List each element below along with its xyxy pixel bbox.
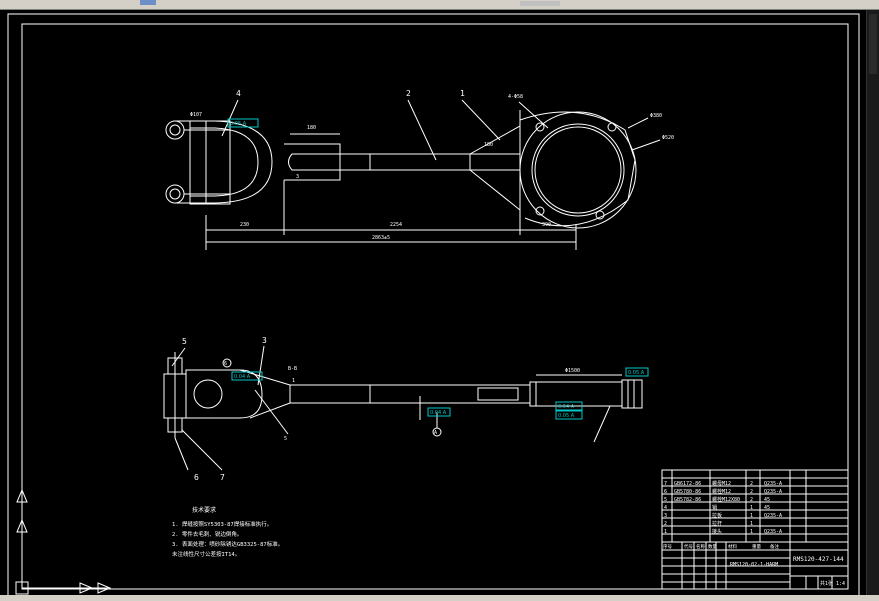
bom-row-qty: 1 [750,513,753,519]
app-toolbar-strip [0,0,879,10]
tech-note-3: 3. 表面处理：喷砂除锈达GB3325-87标准。 [172,540,283,548]
toolbar-field[interactable] [520,1,560,6]
balloon-4: 4 [236,89,241,98]
datum-a: A [434,430,437,436]
bom-header-cell: 材料 [728,543,737,550]
bom-row-material: Q235-A [764,529,782,535]
technical-notes: 技术要求 1. 焊缝按照SY5303-87焊接标准执行。 2. 零件去毛刺、锐边… [172,506,283,558]
drawing-name: RMS120-02-1-HARM [730,562,778,568]
bottom-status-strip [0,595,879,601]
bom-row-qty: 2 [750,497,753,503]
tolerance-tag-side-1: 0.04 A [234,374,251,380]
bom-row-qty: 1 [750,505,753,511]
bom-header-cell: 代号 [684,543,693,550]
bom-row-no: 4 [664,505,667,511]
bom-row-name: 螺栓M12 [712,488,731,495]
balloon-7: 7 [220,473,225,482]
clevis-eye-bottom [165,184,185,204]
bom-row-name: 销 [712,504,717,511]
bom-row-code: GB5780-86 [674,489,701,495]
rod-top [288,153,521,171]
drawing-number: RMS120-427-144 [793,556,844,563]
dim-lower-left: 230 [240,222,249,228]
bom-row-name: 拉板 [712,512,722,519]
tolerance-tag: 0.05 A [230,121,247,127]
bom-row-material: Q235-A [764,513,782,519]
tolerance-tag-side-5: 0.05 A [628,370,645,376]
bom-row-name: 螺母M12 [712,480,731,487]
tech-note-1: 1. 焊缝按照SY5303-87焊接标准执行。 [172,520,272,528]
scrollbar-thumb[interactable] [869,14,877,74]
tech-note-4: 未注线性尺寸公差按IT14。 [172,550,240,558]
dim-upper-a: 180 [307,125,316,131]
section-mark: 6 [224,361,227,367]
bom-row-no: 5 [664,497,667,503]
bom-header-cell: 备注 [770,543,779,550]
bom-row-qty: 1 [750,529,753,535]
balloon-3-side: 3 [262,336,267,345]
tech-notes-heading: 技术要求 [192,506,216,514]
bom-row-material: Q235-A [764,481,782,487]
side-note-label: B-B [288,366,297,372]
bom-row-no: 7 [664,481,667,487]
bom-row-no: 6 [664,489,667,495]
dim-hole-note: 4-Φ58 [508,94,523,100]
clevis-eye-top [165,120,185,140]
tolerance-tag-side-3: 0.04 A [558,404,575,410]
bom-row-name: 接头 [712,528,722,535]
bom-header-cell: 序号 [663,543,672,550]
bom-header-cell: 重量 [752,543,761,550]
bom-row-material: 45 [764,505,770,511]
toolbar-button[interactable] [140,0,156,5]
flange-inner [531,123,625,217]
bom-row-code: GB5782-86 [674,497,701,503]
bom-row-name: 螺栓M12X80 [712,496,740,503]
dim-lower-right: 390 [542,222,551,228]
tech-note-2: 2. 零件去毛刺、锐边倒角。 [172,530,242,538]
title-block [661,469,849,590]
side-note-c: 1 [292,378,295,384]
balloon-2: 2 [406,89,411,98]
bom-header-cell: 数量 [708,543,717,550]
dim-clevis: Φ107 [190,112,202,118]
tolerance-tag-side-2: 0.04 A [430,410,447,416]
balloon-5: 5 [182,337,187,346]
balloon-3-top: 3 [296,174,299,180]
balloon-6: 6 [194,473,199,482]
bom-row-qty: 2 [750,489,753,495]
vertical-scrollbar[interactable] [866,10,879,595]
dim-right-len: Φ1500 [565,368,580,374]
bom-row-no: 2 [664,521,667,527]
bom-row-no: 1 [664,529,667,535]
tolerance-tag-side-4: 0.05 A [558,413,575,419]
bom-row-code: GB6172-86 [674,481,701,487]
ucs-icon[interactable] [15,488,112,595]
dim-right-a: Φ380 [650,113,662,119]
bom-row-name: 拉杆 [712,520,722,527]
side-note-b: 5 [284,436,287,442]
dim-overall: 2863±5 [372,235,390,241]
bom-row-material: Q235-A [764,489,782,495]
bom-row-qty: 1 [750,521,753,527]
dim-lower-mid: 2254 [390,222,402,228]
bom-row-material: 45 [764,497,770,503]
cad-drawing[interactable]: 4 2 1 3 180 230 2254 390 2863±5 4-Φ58 Φ3… [0,10,867,601]
dim-arm-tag: 180 [484,142,493,148]
model-space-canvas[interactable]: 4 2 1 3 180 230 2254 390 2863±5 4-Φ58 Φ3… [0,10,879,601]
sheet-label: 共1张 [820,580,833,587]
bom-row-no: 3 [664,513,667,519]
dim-right-b: Φ520 [662,135,674,141]
eye-bore [193,379,223,409]
balloon-1: 1 [460,89,465,98]
sheet-inner-border [21,23,849,590]
bom-header-cell: 名称 [696,543,705,550]
scale-value: 1:4 [836,581,845,587]
bom-row-qty: 2 [750,481,753,487]
